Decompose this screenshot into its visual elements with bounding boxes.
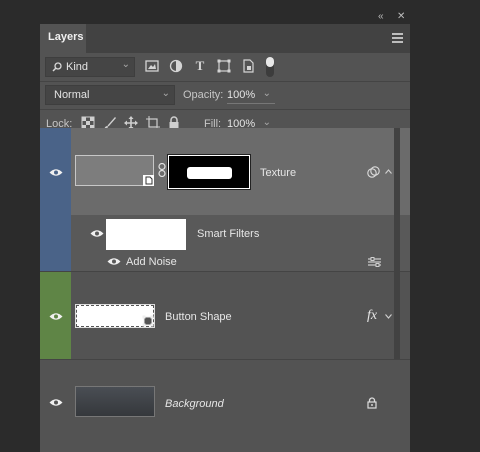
layer-button-shape[interactable]: Button Shape fx	[40, 272, 410, 359]
link-chain-icon[interactable]	[158, 163, 166, 177]
smart-object-filter-icon[interactable]	[240, 58, 256, 74]
visibility-eye-icon[interactable]	[49, 398, 63, 407]
layer-name[interactable]: Texture	[260, 167, 296, 179]
panel-title-strip: « ✕	[40, 11, 410, 24]
visibility-eye-icon[interactable]	[49, 312, 63, 321]
shape-layer-filter-icon[interactable]	[216, 58, 232, 74]
panel-tab-bar: Layers	[40, 24, 410, 53]
smart-filters-visibility-icon[interactable]	[90, 229, 104, 238]
panel-menu-icon[interactable]	[392, 33, 403, 45]
chevron-down-icon: ⌄	[121, 59, 130, 70]
chevron-down-icon: ⌄	[262, 117, 271, 128]
chevron-down-icon[interactable]	[385, 314, 392, 319]
adjustment-layer-filter-icon[interactable]	[168, 58, 184, 74]
layer-name[interactable]: Button Shape	[165, 311, 232, 323]
layers-panel: « ✕ Layers Kind ⌄ T Normal ⌄ Opacity: 10…	[40, 11, 410, 452]
layer-thumbnail[interactable]	[75, 386, 155, 417]
layer-effects-icon[interactable]: fx	[367, 308, 377, 324]
filter-visibility-icon[interactable]	[107, 257, 121, 266]
blend-row: Normal ⌄ Opacity: 100% ⌄	[40, 82, 410, 109]
smart-object-badge-icon	[143, 175, 154, 186]
filter-blending-options-icon[interactable]	[368, 257, 381, 267]
layer-name[interactable]: Background	[165, 398, 224, 410]
opacity-label: Opacity:	[183, 89, 224, 101]
close-panel-button[interactable]: ✕	[397, 11, 405, 23]
smart-filters-label: Smart Filters	[197, 228, 260, 240]
layer-background[interactable]: Background	[40, 360, 410, 452]
filter-row: Kind ⌄ T	[40, 53, 410, 81]
smart-filters-indicator-icon[interactable]	[367, 166, 380, 178]
layer-texture[interactable]: Texture	[40, 128, 410, 215]
shape-layer-badge-icon	[142, 315, 154, 327]
collapse-panel-button[interactable]: «	[378, 11, 384, 23]
opacity-input[interactable]: 100% ⌄	[227, 86, 275, 104]
type-layer-filter-icon[interactable]: T	[192, 58, 208, 74]
layer-mask-thumbnail[interactable]	[167, 154, 251, 190]
filter-toggle-switch[interactable]	[266, 57, 274, 77]
layer-color-label	[40, 215, 71, 271]
chevron-down-icon: ⌄	[161, 88, 170, 99]
visibility-eye-icon[interactable]	[49, 168, 63, 177]
pixel-layer-filter-icon[interactable]	[144, 58, 160, 74]
chevron-down-icon: ⌄	[262, 88, 271, 99]
chevron-up-icon[interactable]	[385, 169, 392, 174]
filter-name[interactable]: Add Noise	[126, 256, 177, 268]
blend-mode-dropdown[interactable]: Normal ⌄	[45, 85, 175, 105]
smart-filters-row[interactable]: Smart Filters Add Noise	[40, 215, 410, 271]
blend-mode-value: Normal	[54, 89, 90, 101]
lock-icon	[367, 397, 377, 409]
search-icon	[52, 62, 62, 72]
filter-kind-dropdown[interactable]: Kind ⌄	[45, 57, 135, 77]
smart-filters-mask-thumbnail[interactable]	[106, 219, 186, 250]
layers-scrollbar[interactable]	[394, 128, 400, 359]
opacity-value: 100%	[227, 89, 256, 101]
tab-layers[interactable]: Layers	[40, 24, 86, 53]
